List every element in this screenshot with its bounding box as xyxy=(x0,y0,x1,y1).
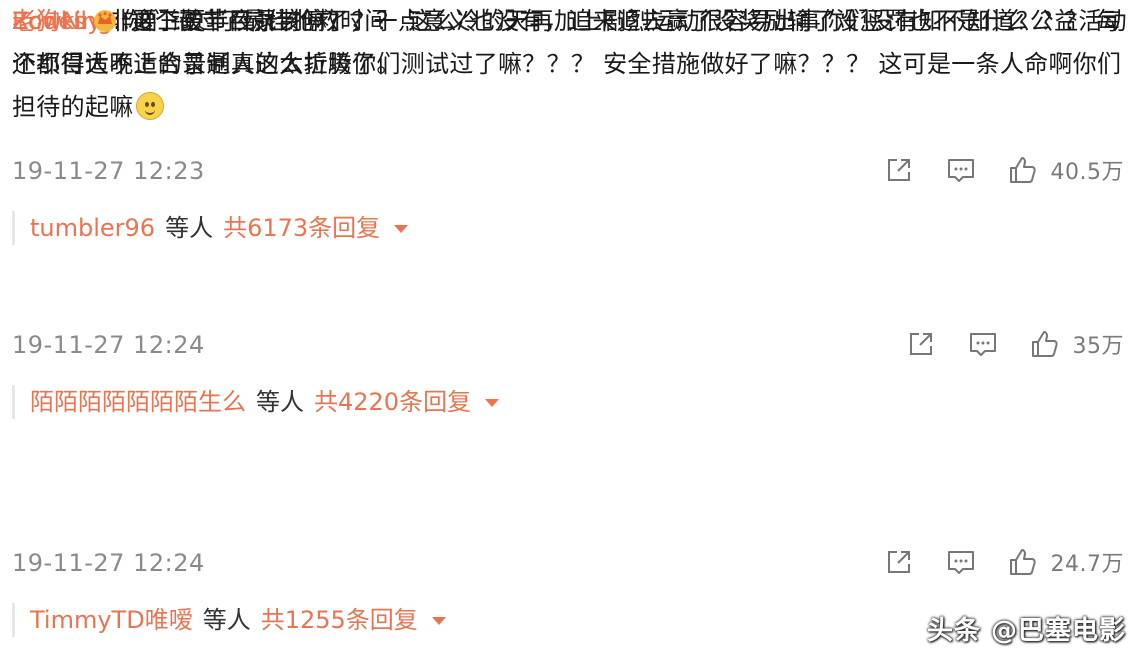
like-count: 24.7万 xyxy=(1050,552,1124,577)
reply-username[interactable]: tumbler96 xyxy=(30,214,155,242)
share-icon[interactable] xyxy=(883,546,915,578)
crown-badge-icon xyxy=(92,4,118,32)
share-icon[interactable] xyxy=(905,328,937,360)
reply-total-link[interactable]: 共1255条回复 xyxy=(261,606,418,634)
comment-timestamp: 19-11-27 12:23 xyxy=(12,157,205,185)
comment-body: :这个破节目就该停了，一点意义也没有，追来追去赢了没奖励输了没惩罚也不是什么公益… xyxy=(12,7,1127,78)
comment-icon[interactable] xyxy=(967,328,999,360)
caret-down-icon[interactable] xyxy=(431,617,446,625)
like-count: 40.5万 xyxy=(1050,160,1124,185)
reply-etc-label: 等人 xyxy=(256,388,304,416)
comment-timestamp: 19-11-27 12:24 xyxy=(12,549,205,577)
thumbs-up-icon[interactable] xyxy=(1029,328,1061,360)
comment-meta-1: 19-11-27 12:23 40.5万 xyxy=(12,157,1124,187)
reply-username[interactable]: 陌陌陌陌陌陌陌生么 xyxy=(30,388,246,416)
reply-total-link[interactable]: 共4220条回复 xyxy=(314,388,471,416)
comment-username[interactable]: Rodes xyxy=(12,7,86,35)
smile-emoji-icon xyxy=(135,92,164,120)
comment-icon[interactable] xyxy=(945,154,977,186)
like-count: 35万 xyxy=(1072,334,1124,359)
comment-icon[interactable] xyxy=(945,546,977,578)
share-icon[interactable] xyxy=(883,154,915,186)
reply-summary[interactable]: tumbler96 等人 共6173条回复 xyxy=(12,211,409,245)
reply-etc-label: 等人 xyxy=(165,214,214,242)
comment-actions: 35万 xyxy=(905,328,1125,360)
comment-actions: 40.5万 xyxy=(883,154,1125,186)
thumbs-up-icon[interactable] xyxy=(1007,546,1039,578)
reply-username[interactable]: TimmyTD唯嗳 xyxy=(30,606,193,634)
thumbs-up-icon[interactable] xyxy=(1007,154,1039,186)
comment-actions: 24.7万 xyxy=(883,546,1125,578)
reply-total-link[interactable]: 共6173条回复 xyxy=(223,214,380,242)
caret-down-icon[interactable] xyxy=(485,399,500,407)
comment-meta-2: 19-11-27 12:24 35万 xyxy=(12,331,1124,361)
comment-text-3: Rodes:这个破节目就该停了，一点意义也没有，追来追去赢了没奖励输了没惩罚也不… xyxy=(12,0,1132,86)
reply-etc-label: 等人 xyxy=(202,606,251,634)
comment-timestamp: 19-11-27 12:24 xyxy=(12,331,205,359)
comment-meta-3: 19-11-27 12:24 24.7万 xyxy=(12,549,1124,579)
caret-down-icon[interactable] xyxy=(394,225,409,233)
watermark: 头条 @巴塞电影 xyxy=(926,616,1126,646)
reply-summary[interactable]: 陌陌陌陌陌陌陌生么 等人 共4220条回复 xyxy=(12,385,500,419)
reply-summary[interactable]: TimmyTD唯嗳 等人 共1255条回复 xyxy=(12,603,446,637)
